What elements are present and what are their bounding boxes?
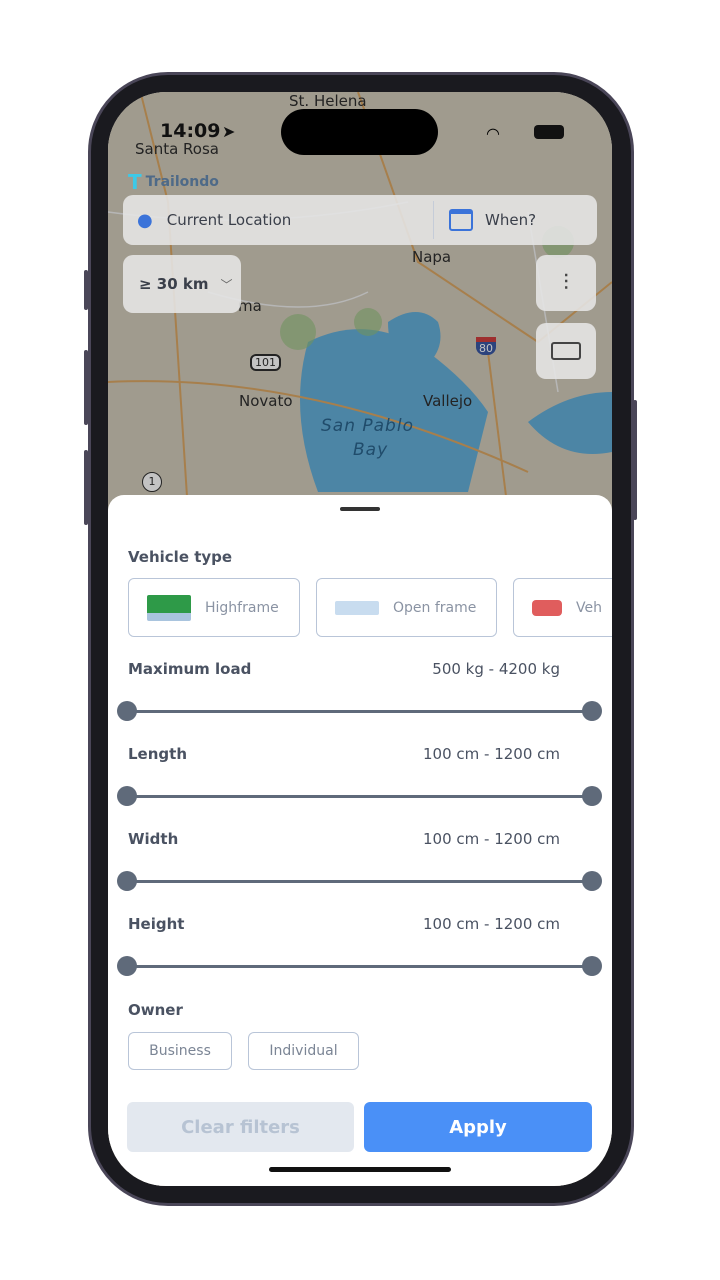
slider-max-handle[interactable] — [582, 871, 602, 891]
length-range: 100 cm - 1200 cm — [422, 745, 560, 763]
search-bar: ● Current Location When? — [123, 195, 597, 245]
map-pin-icon: ● — [137, 209, 153, 231]
distance-value: ≥ 30 km — [139, 275, 209, 293]
vehicle-type-label: Open frame — [393, 599, 477, 616]
dynamic-island — [281, 109, 438, 155]
width-label: Width — [128, 830, 179, 848]
owner-title: Owner — [128, 1001, 183, 1019]
trailer-icon — [551, 342, 581, 360]
location-input[interactable]: ● Current Location — [123, 195, 433, 245]
car-transporter-icon — [532, 599, 562, 616]
length-label: Length — [128, 745, 187, 763]
slider-max-handle[interactable] — [582, 956, 602, 976]
location-arrow-icon: ➤ — [222, 122, 236, 141]
slider-min-handle[interactable] — [117, 701, 137, 721]
battery-icon — [534, 125, 564, 139]
trailer-button[interactable] — [536, 323, 596, 379]
slider-max-handle[interactable] — [582, 701, 602, 721]
height-slider[interactable] — [117, 956, 602, 976]
when-text: When? — [485, 211, 537, 229]
vehicle-type-title: Vehicle type — [128, 548, 233, 566]
slider-min-handle[interactable] — [117, 956, 137, 976]
max-load-label: Maximum load — [128, 660, 252, 678]
home-indicator[interactable] — [269, 1167, 451, 1172]
height-range: 100 cm - 1200 cm — [422, 915, 560, 933]
slider-min-handle[interactable] — [117, 871, 137, 891]
open-frame-trailer-icon — [335, 600, 379, 615]
length-slider[interactable] — [117, 786, 602, 806]
vehicle-type-label: Highframe — [205, 599, 279, 616]
vehicle-type-open-frame[interactable]: Open frame — [316, 578, 497, 637]
height-label: Height — [128, 915, 185, 933]
vehicle-type-vehicle-transporter[interactable]: Veh — [513, 578, 612, 637]
width-range: 100 cm - 1200 cm — [422, 830, 560, 848]
location-text: Current Location — [166, 211, 292, 229]
logo-icon: T — [128, 170, 142, 194]
filters-button[interactable]: ⫶ — [536, 255, 596, 311]
max-load-range: 500 kg - 4200 kg — [432, 660, 560, 678]
when-input[interactable]: When? — [435, 195, 597, 245]
chevron-down-icon: ﹀ — [220, 277, 233, 292]
brand-name: Trailondo — [145, 174, 219, 190]
divider — [433, 201, 434, 239]
sheet-handle[interactable] — [340, 507, 380, 511]
clear-filters-button[interactable]: Clear filters — [127, 1102, 354, 1152]
screen: St. Helena Santa Rosa Napa ma Novato Val… — [108, 92, 612, 1186]
highframe-trailer-icon — [147, 594, 191, 621]
slider-max-handle[interactable] — [582, 786, 602, 806]
status-time: 14:09 — [160, 120, 221, 142]
brand-logo: T Trailondo — [128, 170, 219, 194]
apply-button[interactable]: Apply — [364, 1102, 592, 1152]
vehicle-type-highframe[interactable]: Highframe — [128, 578, 300, 637]
distance-dropdown[interactable]: ≥ 30 km ﹀ — [123, 255, 241, 313]
slider-min-handle[interactable] — [117, 786, 137, 806]
filter-sheet: Vehicle type Highframe Open frame Veh Ma… — [108, 495, 612, 1186]
owner-individual-chip[interactable]: Individual — [248, 1032, 359, 1070]
owner-business-chip[interactable]: Business — [128, 1032, 232, 1070]
vehicle-type-label: Veh — [576, 599, 602, 616]
sliders-icon: ⫶ — [563, 270, 569, 296]
calendar-clock-icon — [449, 209, 473, 231]
width-slider[interactable] — [117, 871, 602, 891]
max-load-slider[interactable] — [117, 701, 602, 721]
wifi-icon: ◠ — [486, 124, 500, 143]
